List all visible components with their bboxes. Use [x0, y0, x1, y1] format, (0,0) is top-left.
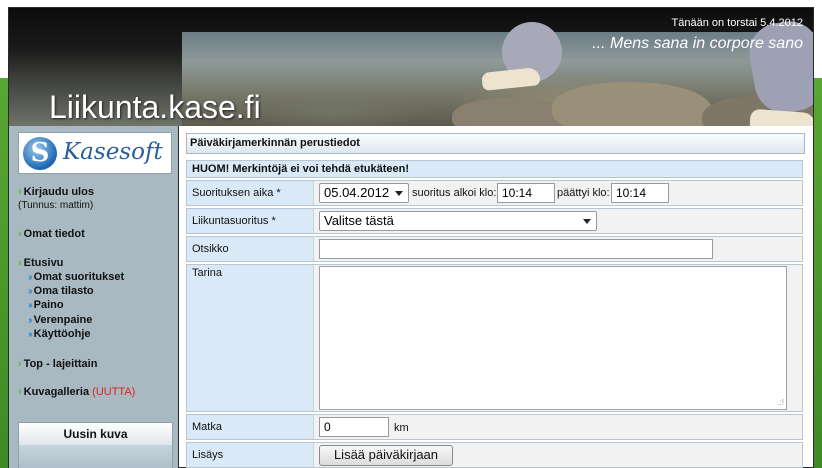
submit-row-label: Lisäys [187, 443, 313, 467]
subnav-label: Verenpaine [33, 314, 93, 326]
resize-grip-icon[interactable]: .:! [777, 399, 784, 407]
end-time-label: päättyi klo: [557, 187, 610, 199]
double-chevron-icon: ›› [28, 272, 32, 283]
kasesoft-logo[interactable]: S Kasesoft [18, 132, 172, 174]
row-title: Otsikko [186, 236, 803, 262]
nav-gallery[interactable]: › Kuvagalleria (UUTTA) [18, 386, 135, 398]
nav-own-info-label: Omat tiedot [23, 228, 85, 240]
subnav-label: Oma tilasto [33, 285, 94, 297]
row-distance: Matka 0 km [186, 414, 803, 440]
date-select[interactable]: 05.04.2012 [319, 183, 409, 203]
row-time: Suorituksen aika * 05.04.2012 suoritus a… [186, 180, 803, 206]
new-badge: (UUTTA) [92, 386, 136, 398]
row-story: Tarina .:! [186, 264, 803, 412]
start-time-input[interactable]: 10:14 [497, 183, 555, 203]
sidebar: S Kasesoft › Kirjaudu ulos (Tunnus: matti… [9, 126, 179, 468]
activity-label: Liikuntasuoritus * [187, 209, 313, 233]
title-input[interactable] [319, 239, 713, 259]
title-value-cell [313, 237, 802, 261]
time-label: Suorituksen aika * [187, 181, 313, 205]
date-select-value: 05.04.2012 [324, 185, 390, 200]
nav-logout[interactable]: › Kirjaudu ulos [18, 186, 94, 198]
subnav-weight[interactable]: ›› Paino [28, 299, 64, 311]
add-to-diary-button[interactable]: Lisää päiväkirjaan [319, 445, 453, 466]
story-label: Tarina [187, 265, 313, 411]
chevron-right-icon: › [18, 358, 22, 370]
submit-value-cell: Lisää päiväkirjaan [313, 443, 802, 467]
logo-s-icon: S [23, 137, 57, 170]
newest-image-title: Uusin kuva [19, 423, 172, 445]
activity-value-cell: Valitse tästä [313, 209, 802, 233]
time-value-cell: 05.04.2012 suoritus alkoi klo: 10:14 pää… [313, 181, 802, 205]
nav-top-by-sport[interactable]: › Top - lajeittain [18, 358, 97, 370]
title-label: Otsikko [187, 237, 313, 261]
account-info: (Tunnus: mattim) [18, 200, 94, 211]
subnav-blood-pressure[interactable]: ›› Verenpaine [28, 314, 92, 326]
subnav-own-stats[interactable]: ›› Oma tilasto [28, 285, 94, 297]
logo-text: Kasesoft [63, 139, 163, 165]
story-value-cell: .:! [313, 265, 802, 411]
main-content: Päiväkirjamerkinnän perustiedot HUOM! Me… [186, 133, 806, 468]
chevron-down-icon [583, 219, 591, 224]
nav-logout-label: Kirjaudu ulos [23, 186, 94, 198]
site-title[interactable]: Liikunta.kase.fi [49, 89, 261, 126]
site-motto: ... Mens sana in corpore sano [592, 35, 803, 52]
current-date: Tänään on torstai 5.4.2012 [671, 17, 803, 29]
subnav-user-guide[interactable]: ›› Käyttöohje [28, 328, 91, 340]
chevron-down-icon [395, 191, 403, 196]
row-submit: Lisäys Lisää päiväkirjaan [186, 442, 803, 468]
subnav-label: Paino [33, 299, 64, 311]
newest-image-box: Uusin kuva [18, 422, 173, 468]
double-chevron-icon: ›› [28, 300, 32, 311]
distance-input[interactable]: 0 [319, 417, 389, 437]
end-time-input[interactable]: 10:14 [611, 183, 669, 203]
chevron-right-icon: › [18, 257, 22, 269]
subnav-label: Omat suoritukset [33, 271, 125, 283]
double-chevron-icon: ›› [28, 329, 32, 340]
start-time-label: suoritus alkoi klo: [412, 187, 497, 199]
rock-shape [552, 82, 712, 126]
shoe-shape [481, 67, 541, 91]
newest-image-thumbnail[interactable] [19, 445, 172, 468]
distance-label: Matka [187, 415, 313, 439]
nav-own-info[interactable]: › Omat tiedot [18, 228, 85, 240]
chevron-right-icon: › [18, 228, 22, 240]
nav-gallery-label: Kuvagalleria [23, 386, 90, 398]
notice-banner: HUOM! Merkintöjä ei voi tehdä etukäteen! [186, 160, 803, 178]
subnav-own-workouts[interactable]: ›› Omat suoritukset [28, 271, 124, 283]
chevron-right-icon: › [18, 386, 22, 398]
page-frame: Tänään on torstai 5.4.2012 ... Mens sana… [8, 7, 814, 468]
story-textarea[interactable]: .:! [319, 266, 787, 410]
subnav-label: Käyttöohje [33, 328, 91, 340]
distance-unit: km [394, 422, 409, 434]
distance-value-cell: 0 km [313, 415, 802, 439]
header-banner: Tänään on torstai 5.4.2012 ... Mens sana… [9, 8, 813, 126]
activity-select-value: Valitse tästä [324, 213, 394, 228]
activity-select[interactable]: Valitse tästä [319, 211, 597, 231]
chevron-right-icon: › [18, 186, 22, 198]
row-activity: Liikuntasuoritus * Valitse tästä [186, 208, 803, 234]
nav-home-label: Etusivu [23, 257, 64, 269]
nav-top-label: Top - lajeittain [23, 358, 98, 370]
double-chevron-icon: ›› [28, 315, 32, 326]
nav-home[interactable]: › Etusivu [18, 257, 63, 269]
section-title: Päiväkirjamerkinnän perustiedot [186, 133, 805, 154]
double-chevron-icon: ›› [28, 286, 32, 297]
